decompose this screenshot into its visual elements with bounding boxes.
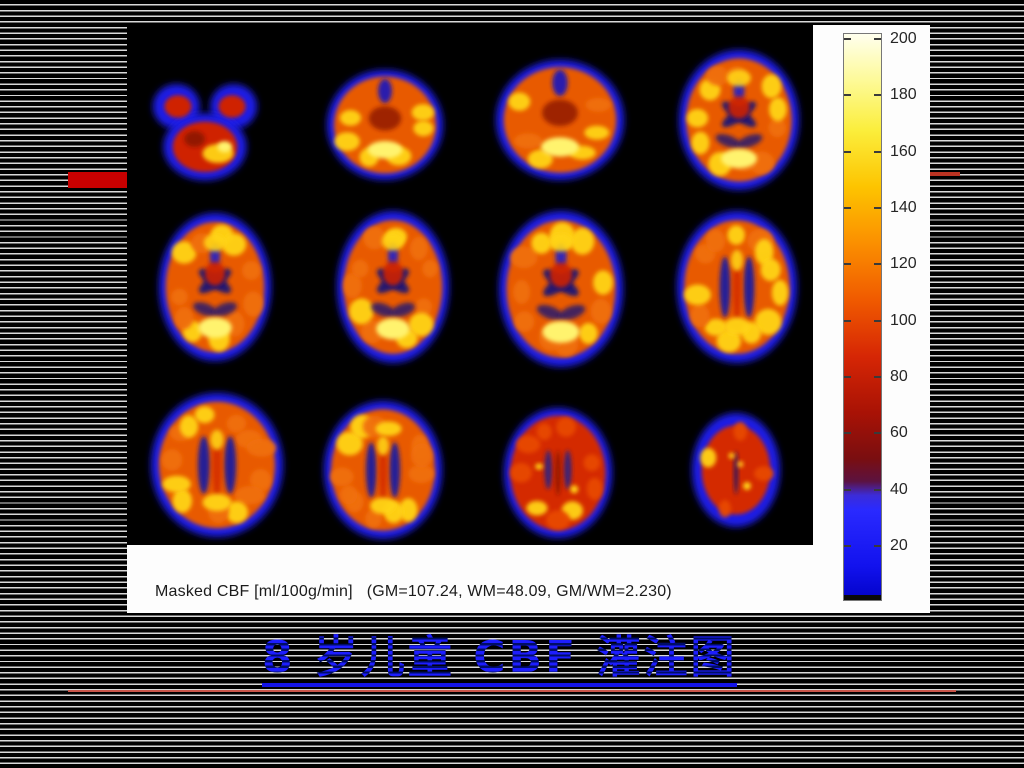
colorbar-tick-label: 160	[890, 142, 917, 160]
colorbar-tick-mark	[844, 263, 851, 266]
brain-slice-11	[504, 408, 612, 538]
colorbar-tick-mark	[844, 319, 851, 322]
colorbar-tick-mark	[844, 488, 851, 491]
colorbar-tick-mark	[874, 488, 881, 491]
colorbar-tick-mark	[874, 206, 881, 209]
colorbar-tick-label: 100	[890, 311, 917, 329]
colorbar-tick-label: 140	[890, 198, 917, 216]
colorbar-tick-mark	[874, 150, 881, 153]
colorbar-tick-label: 60	[890, 424, 908, 442]
colorbar-tick-mark	[844, 150, 851, 153]
colorbar-tick-mark	[874, 544, 881, 547]
colorbar-tick-mark	[844, 38, 851, 40]
decorative-red-line	[68, 690, 956, 692]
brain-slice-1	[153, 84, 257, 181]
brain-slice-8	[677, 211, 797, 363]
brain-slice-4	[679, 50, 799, 190]
colorbar-tick-label: 20	[890, 536, 908, 554]
decorative-red-bar	[68, 172, 127, 188]
slide-background: Masked CBF [ml/100g/min] (GM=107.24, WM=…	[0, 0, 1024, 768]
colorbar-tick-label: 80	[890, 367, 908, 385]
figure-caption: Masked CBF [ml/100g/min] (GM=107.24, WM=…	[155, 583, 672, 600]
colorbar-tick-mark	[844, 375, 851, 378]
colorbar-tick-mark	[844, 206, 851, 209]
colorbar-tick-mark	[874, 263, 881, 266]
colorbar-tick-mark	[874, 38, 881, 40]
slide-title: 8 岁儿童 CBF 灌注图	[262, 634, 738, 687]
brain-slice-10	[324, 401, 442, 539]
colorbar-tick-label: 120	[890, 255, 917, 273]
colorbar-tick-label: 180	[890, 86, 917, 104]
colorbar-tick-mark	[874, 94, 881, 97]
brain-slice-7	[499, 211, 623, 367]
brain-image-area	[127, 25, 813, 545]
brain-slice-6	[337, 211, 449, 363]
colorbar-tick-mark	[844, 94, 851, 97]
colorbar-tick-mark	[844, 432, 851, 435]
brain-slice-9	[151, 393, 283, 537]
brain-slices-grid	[151, 50, 799, 539]
colorbar-tick-label: 200	[890, 30, 917, 47]
slide-title-row: 8 岁儿童 CBF 灌注图	[0, 634, 1024, 687]
brain-slice-5	[159, 213, 271, 361]
cbf-figure-panel: Masked CBF [ml/100g/min] (GM=107.24, WM=…	[127, 25, 930, 613]
colorbar-bottom-edge	[844, 595, 881, 600]
colorbar-tick-mark	[844, 544, 851, 547]
colorbar	[843, 33, 882, 601]
brain-slice-3	[496, 60, 624, 180]
brain-slice-2	[327, 70, 443, 180]
colorbar-tick-mark	[874, 319, 881, 322]
brain-slice-12	[692, 413, 780, 527]
colorbar-tick-mark	[874, 432, 881, 435]
colorbar-tick-label: 40	[890, 480, 908, 498]
colorbar-tick-mark	[874, 375, 881, 378]
